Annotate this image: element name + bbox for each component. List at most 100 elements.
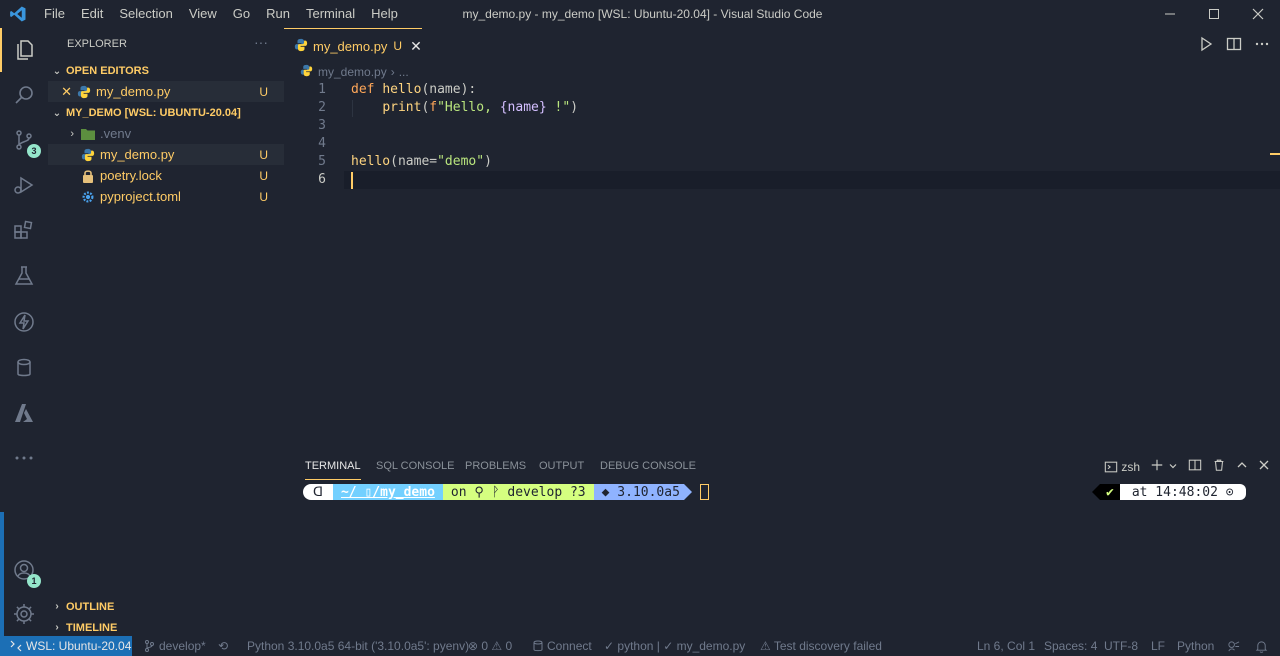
tab-git-status: U <box>393 39 403 53</box>
timeline-section[interactable]: › TIMELINE <box>48 617 284 638</box>
tree-item-pyproject-toml[interactable]: pyproject.toml U <box>48 186 284 207</box>
test-discovery-status[interactable]: ⚠ Test discovery failed <box>760 636 882 656</box>
terminal-shell-selector[interactable]: zsh <box>1104 460 1140 474</box>
menu-view[interactable]: View <box>181 0 225 28</box>
tab-label: my_demo.py <box>313 38 388 54</box>
git-branch-status[interactable]: develop* <box>144 636 206 656</box>
settings-gear-icon[interactable] <box>0 592 48 636</box>
sync-icon[interactable]: ⟲ <box>218 636 228 656</box>
open-editors-header[interactable]: ⌄ OPEN EDITORS <box>48 61 284 81</box>
python-file-icon <box>76 84 92 100</box>
close-icon[interactable]: ✕ <box>48 84 72 100</box>
add-terminal-icon[interactable] <box>1150 458 1164 475</box>
tab-my-demo-py[interactable]: my_demo.py U ✕ <box>284 28 422 63</box>
sidebar-more-button[interactable]: ··· <box>254 34 268 50</box>
run-debug-icon[interactable] <box>0 163 48 207</box>
sidebar-title: EXPLORER <box>67 38 127 50</box>
prompt-os-segment: ᗡ <box>303 484 333 500</box>
more-icon[interactable] <box>0 436 48 480</box>
branch-icon <box>145 640 154 652</box>
indentation[interactable]: Spaces: 4 <box>1044 636 1097 656</box>
maximize-icon[interactable] <box>1192 0 1236 28</box>
close-window-icon[interactable] <box>1236 0 1280 28</box>
maximize-panel-icon[interactable] <box>1236 459 1248 474</box>
connect-status[interactable]: Connect <box>533 636 592 656</box>
workspace-header[interactable]: ⌄ MY_DEMO [WSL: UBUNTU-20.04] <box>48 103 284 123</box>
menu-selection[interactable]: Selection <box>111 0 180 28</box>
tree-item-poetry-lock[interactable]: poetry.lock U <box>48 165 284 186</box>
python-file-icon <box>294 38 308 55</box>
remote-icon <box>10 640 22 652</box>
trash-icon[interactable] <box>1212 458 1226 475</box>
split-terminal-icon[interactable] <box>1188 458 1202 475</box>
accounts-icon[interactable]: 1 <box>0 548 48 592</box>
git-status-badge: U <box>259 84 268 99</box>
prompt-arrow-icon <box>1092 484 1100 500</box>
menu-edit[interactable]: Edit <box>73 0 111 28</box>
tab-problems[interactable]: PROBLEMS <box>465 460 526 480</box>
testing-flask-icon[interactable] <box>0 254 48 298</box>
timeline-label: TIMELINE <box>66 621 118 634</box>
menu-terminal[interactable]: Terminal <box>298 0 363 28</box>
cursor-position[interactable]: Ln 6, Col 1 <box>977 636 1035 656</box>
run-play-icon[interactable] <box>1198 36 1214 55</box>
current-line-highlight <box>344 171 1280 189</box>
explorer-sidebar: EXPLORER ··· ⌄ OPEN EDITORS ✕ my_demo.py… <box>48 28 284 636</box>
source-control-icon[interactable]: 3 <box>0 118 48 162</box>
python-interpreter[interactable]: Python 3.10.0a5 64-bit ('3.10.0a5': pyen… <box>247 636 469 656</box>
minimize-icon[interactable] <box>1148 0 1192 28</box>
shell-name: zsh <box>1121 459 1140 474</box>
code-line: def hello(name): <box>351 82 477 97</box>
explorer-icon[interactable] <box>0 28 48 72</box>
remote-indicator[interactable]: WSL: Ubuntu-20.04 <box>0 636 132 656</box>
activity-bar: 3 1 <box>0 28 48 636</box>
more-actions-icon[interactable] <box>1254 36 1270 55</box>
breadcrumb-symbols[interactable]: ... <box>399 65 409 79</box>
close-panel-icon[interactable] <box>1258 459 1270 474</box>
tab-output[interactable]: OUTPUT <box>539 460 584 480</box>
editor-tabs: my_demo.py U ✕ <box>284 28 1280 63</box>
tab-debug-console[interactable]: DEBUG CONSOLE <box>600 460 696 480</box>
tree-item-my-demo-py[interactable]: my_demo.py U <box>48 144 284 165</box>
menu-run[interactable]: Run <box>258 0 298 28</box>
prompt-path-segment: ~/ ▯/my_demo <box>332 484 443 500</box>
extensions-icon[interactable] <box>0 208 48 252</box>
language-mode[interactable]: Python <box>1177 636 1214 656</box>
panel-actions: zsh <box>1104 458 1270 475</box>
azure-icon[interactable] <box>0 391 48 435</box>
end-of-line[interactable]: LF <box>1151 636 1165 656</box>
tab-terminal[interactable]: TERMINAL <box>305 460 361 480</box>
open-editor-item[interactable]: ✕ my_demo.py U <box>48 81 284 102</box>
title-bar: File Edit Selection View Go Run Terminal… <box>0 0 1280 28</box>
open-editor-filename: my_demo.py <box>96 84 171 99</box>
tree-item-venv[interactable]: › .venv <box>48 123 284 144</box>
code-editor[interactable]: 1 2 3 4 5 6 def hello(name): print(f"Hel… <box>284 81 1280 441</box>
status-bar: WSL: Ubuntu-20.04 develop* ⟲ Python 3.10… <box>0 636 1280 656</box>
feedback-icon[interactable] <box>1227 636 1240 656</box>
problems-count[interactable]: ⊗ 0 ⚠ 0 <box>468 636 512 656</box>
python-check-status[interactable]: ✓ python | ✓ my_demo.py <box>604 636 745 656</box>
lightning-icon[interactable] <box>0 300 48 344</box>
notifications-bell-icon[interactable] <box>1255 636 1268 656</box>
connect-label: Connect <box>547 639 592 653</box>
breadcrumb-file[interactable]: my_demo.py <box>318 65 387 79</box>
menu-file[interactable]: File <box>36 0 73 28</box>
tree-item-label: poetry.lock <box>100 168 162 183</box>
split-editor-icon[interactable] <box>1226 36 1242 55</box>
tab-sql-console[interactable]: SQL CONSOLE <box>376 460 454 480</box>
line-number: 6 <box>318 172 326 187</box>
chevron-down-icon[interactable] <box>1168 460 1178 474</box>
terminal-prompt-left: ᗡ ~/ ▯/my_demo on ⚲ ᚹ develop ?3 ◆ 3.10.… <box>303 484 709 500</box>
tree-item-label: .venv <box>100 126 132 141</box>
menu-help[interactable]: Help <box>363 0 406 28</box>
close-icon[interactable]: ✕ <box>410 38 422 55</box>
database-icon[interactable] <box>0 346 48 390</box>
outline-section[interactable]: › OUTLINE <box>48 596 284 617</box>
search-icon[interactable] <box>0 73 48 117</box>
menu-go[interactable]: Go <box>225 0 258 28</box>
line-number: 5 <box>318 154 326 169</box>
encoding[interactable]: UTF-8 <box>1104 636 1138 656</box>
remote-strip <box>0 512 4 636</box>
bottom-panel: TERMINAL SQL CONSOLE PROBLEMS OUTPUT DEB… <box>284 453 1280 636</box>
tree-item-label: pyproject.toml <box>100 189 181 204</box>
